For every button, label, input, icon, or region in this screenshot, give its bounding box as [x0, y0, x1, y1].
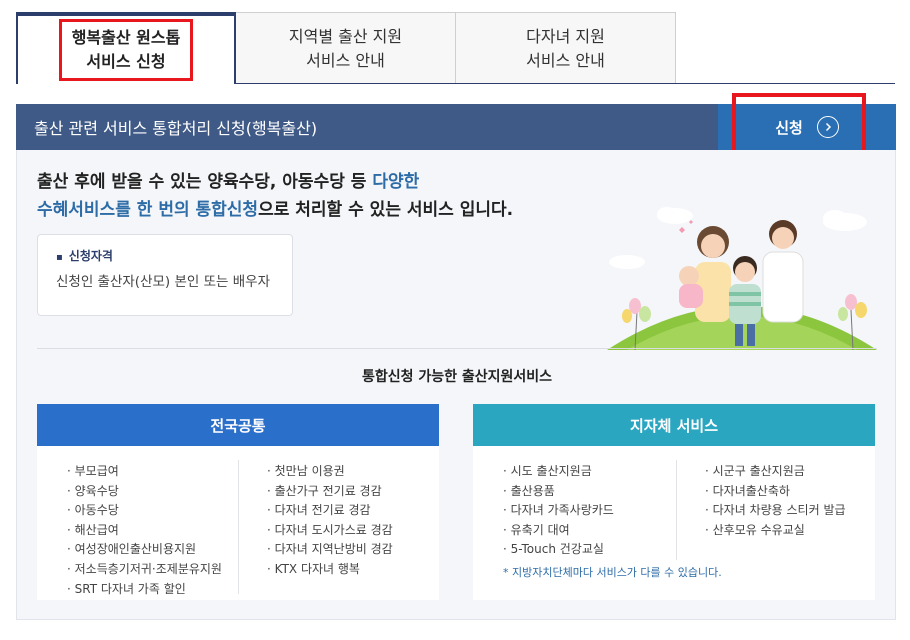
local-services-card: 지자체 서비스 시도 출산지원금 출산용품 다자녀 가족사랑카드 유축기 대여 … — [473, 404, 875, 600]
tab-label-line2: 서비스 안내 — [306, 50, 385, 70]
apply-button-label: 신청 — [775, 118, 803, 137]
list-item: 출산가구 전기료 경감 — [267, 482, 393, 502]
intro-line2-accent: 수혜서비스를 한 번의 통합신청 — [37, 200, 259, 220]
list-item: 첫만남 이용권 — [267, 462, 393, 482]
list-item: SRT 다자녀 가족 할인 — [67, 580, 222, 600]
tab-label-line1: 지역별 출산 지원 — [288, 26, 403, 46]
list-item: 다자녀 차량용 스티커 발급 — [705, 501, 846, 521]
local-services-title: 지자체 서비스 — [473, 404, 875, 446]
column-divider — [676, 460, 677, 560]
arrow-right-circle-icon — [816, 116, 839, 138]
tab-onestop-apply[interactable]: 행복출산 원스톱 서비스 신청 — [16, 12, 236, 84]
intro-line2-plain: 으로 처리할 수 있는 서비스 입니다. — [258, 200, 514, 220]
list-item: 여성장애인출산비용지원 — [67, 540, 222, 560]
tabs-underline — [16, 83, 895, 84]
qualification-box: 신청자격 신청인 출산자(산모) 본인 또는 배우자 — [37, 234, 293, 316]
intro-line1-accent: 다양한 — [372, 172, 420, 192]
list-item: 아동수당 — [67, 501, 222, 521]
service-title: 출산 관련 서비스 통합처리 신청(행복출산) — [34, 119, 318, 138]
intro-line1-plain: 출산 후에 받을 수 있는 양육수당, 아동수당 등 — [37, 172, 373, 192]
services-section-title: 통합신청 가능한 출산지원서비스 — [361, 369, 553, 385]
service-panel: 출산 후에 받을 수 있는 양육수당, 아동수당 등 다양한 수혜서비스를 한 … — [16, 150, 896, 620]
qualification-text: 신청인 출산자(산모) 본인 또는 배우자 — [56, 274, 270, 290]
list-item: 저소득층기저귀·조제분유지원 — [67, 560, 222, 580]
list-item: 산후모유 수유교실 — [705, 521, 846, 541]
national-services-body: 부모급여 양육수당 아동수당 해산급여 여성장애인출산비용지원 저소득층기저귀·… — [37, 446, 439, 600]
list-item: 유축기 대여 — [503, 521, 614, 541]
local-services-note: * 지방자치단체마다 서비스가 다를 수 있습니다. — [503, 566, 722, 579]
list-item: 출산용품 — [503, 482, 614, 502]
national-list-a: 부모급여 양육수당 아동수당 해산급여 여성장애인출산비용지원 저소득층기저귀·… — [67, 462, 222, 599]
service-header-bar: 출산 관련 서비스 통합처리 신청(행복출산) 신청 — [16, 104, 896, 150]
tab-multichild-support[interactable]: 다자녀 지원 서비스 안내 — [456, 12, 676, 84]
list-item: 해산급여 — [67, 521, 222, 541]
apply-button[interactable]: 신청 — [718, 104, 896, 150]
list-item: 5-Touch 건강교실 — [503, 540, 614, 560]
family-illustration — [607, 207, 877, 350]
tab-label-line2: 서비스 안내 — [526, 50, 605, 70]
list-item: KTX 다자녀 행복 — [267, 560, 393, 580]
list-item: 부모급여 — [67, 462, 222, 482]
national-services-title: 전국공통 — [37, 404, 439, 446]
local-services-body: 시도 출산지원금 출산용품 다자녀 가족사랑카드 유축기 대여 5-Touch … — [473, 446, 875, 600]
list-item: 다자녀출산축하 — [705, 482, 846, 502]
section-divider — [37, 348, 877, 349]
list-item: 다자녀 가족사랑카드 — [503, 501, 614, 521]
list-item: 다자녀 전기료 경감 — [267, 501, 393, 521]
tab-highlight-box: 행복출산 원스톱 서비스 신청 — [58, 19, 194, 81]
column-divider — [238, 460, 239, 594]
qualification-label: 신청자격 — [56, 247, 274, 264]
list-item: 시도 출산지원금 — [503, 462, 614, 482]
intro-text: 출산 후에 받을 수 있는 양육수당, 아동수당 등 다양한 수혜서비스를 한 … — [37, 168, 513, 224]
tab-label-line1: 다자녀 지원 — [526, 26, 605, 46]
service-tabs: 행복출산 원스톱 서비스 신청 지역별 출산 지원 서비스 안내 다자녀 지원 … — [16, 12, 676, 84]
tab-regional-support[interactable]: 지역별 출산 지원 서비스 안내 — [236, 12, 456, 84]
list-item: 다자녀 지역난방비 경감 — [267, 540, 393, 560]
list-item: 다자녀 도시가스료 경감 — [267, 521, 393, 541]
national-list-b: 첫만남 이용권 출산가구 전기료 경감 다자녀 전기료 경감 다자녀 도시가스료… — [267, 462, 393, 580]
local-list-b: 시군구 출산지원금 다자녀출산축하 다자녀 차량용 스티커 발급 산후모유 수유… — [705, 462, 846, 540]
national-services-card: 전국공통 부모급여 양육수당 아동수당 해산급여 여성장애인출산비용지원 저소득… — [37, 404, 439, 600]
list-item: 시군구 출산지원금 — [705, 462, 846, 482]
tab-label-line1: 행복출산 원스톱 — [71, 28, 181, 47]
local-list-a: 시도 출산지원금 출산용품 다자녀 가족사랑카드 유축기 대여 5-Touch … — [503, 462, 614, 560]
tab-label-line2: 서비스 신청 — [86, 52, 166, 71]
list-item: 양육수당 — [67, 482, 222, 502]
